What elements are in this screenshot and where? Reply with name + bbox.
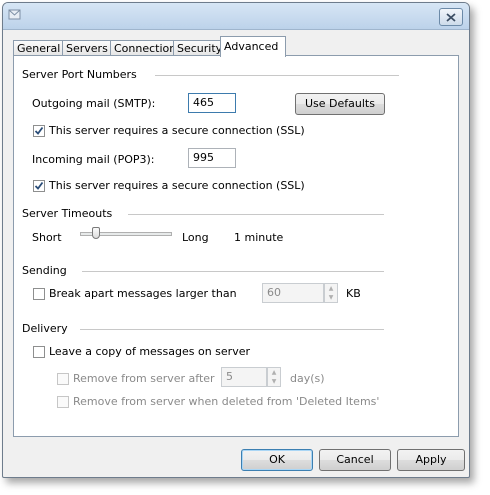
incoming-mail-label: Incoming mail (POP3): xyxy=(32,153,155,166)
break-size-unit: KB xyxy=(346,287,361,300)
timeout-long-label: Long xyxy=(182,231,209,244)
break-size-spinner[interactable]: ▲ ▼ xyxy=(324,283,338,303)
title-bar[interactable] xyxy=(3,3,469,30)
pop3-ssl-label[interactable]: This server requires a secure connection… xyxy=(49,179,305,192)
spin-down-icon[interactable]: ▼ xyxy=(325,293,337,302)
tab-connection-label: Connection xyxy=(114,42,177,55)
smtp-port-input[interactable]: 465 xyxy=(188,93,236,113)
ok-label: OK xyxy=(269,453,285,466)
apply-button[interactable]: Apply xyxy=(397,449,465,471)
delivery-divider xyxy=(80,329,384,330)
remove-after-label[interactable]: Remove from server after xyxy=(73,372,215,385)
server-timeouts-divider xyxy=(128,214,384,215)
remove-deleted-label[interactable]: Remove from server when deleted from 'De… xyxy=(73,395,379,408)
tab-advanced[interactable]: Advanced xyxy=(220,36,286,57)
apply-label: Apply xyxy=(415,453,447,466)
delivery-heading: Delivery xyxy=(22,322,68,335)
pop3-ssl-checkbox[interactable] xyxy=(33,180,45,192)
break-apart-label[interactable]: Break apart messages larger than xyxy=(49,287,237,300)
smtp-ssl-checkbox[interactable] xyxy=(33,125,45,137)
tab-general-label: General xyxy=(17,42,61,55)
timeout-short-label: Short xyxy=(32,231,62,244)
sending-divider xyxy=(82,271,384,272)
tab-advanced-label: Advanced xyxy=(224,40,279,53)
remove-after-unit: day(s) xyxy=(290,372,325,385)
cancel-label: Cancel xyxy=(336,453,374,466)
properties-dialog: General Servers Connection Security Adva… xyxy=(2,2,470,478)
ok-button[interactable]: OK xyxy=(241,449,313,471)
checkmark-icon xyxy=(34,126,44,135)
cancel-button[interactable]: Cancel xyxy=(319,449,391,471)
sending-heading: Sending xyxy=(22,264,67,277)
server-ports-heading: Server Port Numbers xyxy=(22,68,137,81)
checkmark-icon xyxy=(34,181,44,190)
remove-after-spinner[interactable]: ▲ ▼ xyxy=(267,367,281,387)
remove-after-checkbox[interactable] xyxy=(57,373,69,385)
leave-copy-checkbox[interactable] xyxy=(33,346,45,358)
pop3-port-input[interactable]: 995 xyxy=(188,148,236,168)
break-size-input[interactable]: 60 xyxy=(262,283,324,303)
spin-down-icon[interactable]: ▼ xyxy=(268,377,280,386)
close-icon[interactable] xyxy=(439,8,463,26)
server-ports-divider xyxy=(155,75,399,76)
spin-up-icon[interactable]: ▲ xyxy=(268,368,280,377)
smtp-ssl-label[interactable]: This server requires a secure connection… xyxy=(49,124,305,137)
timeout-slider[interactable] xyxy=(80,226,174,242)
timeout-value-text: 1 minute xyxy=(234,231,284,244)
break-apart-checkbox[interactable] xyxy=(33,288,45,300)
tab-security-label: Security xyxy=(177,42,223,55)
use-defaults-button[interactable]: Use Defaults xyxy=(295,93,385,115)
tab-servers-label: Servers xyxy=(66,42,108,55)
use-defaults-label: Use Defaults xyxy=(305,97,375,110)
remove-after-days-input[interactable]: 5 xyxy=(221,367,267,387)
server-timeouts-heading: Server Timeouts xyxy=(22,207,113,220)
remove-deleted-checkbox[interactable] xyxy=(57,396,69,408)
advanced-panel: Server Port Numbers Outgoing mail (SMTP)… xyxy=(13,55,459,437)
outgoing-mail-label: Outgoing mail (SMTP): xyxy=(32,97,156,110)
mail-app-icon xyxy=(8,8,22,21)
spin-up-icon[interactable]: ▲ xyxy=(325,284,337,293)
leave-copy-label[interactable]: Leave a copy of messages on server xyxy=(49,345,250,358)
timeout-slider-thumb[interactable] xyxy=(92,227,100,239)
